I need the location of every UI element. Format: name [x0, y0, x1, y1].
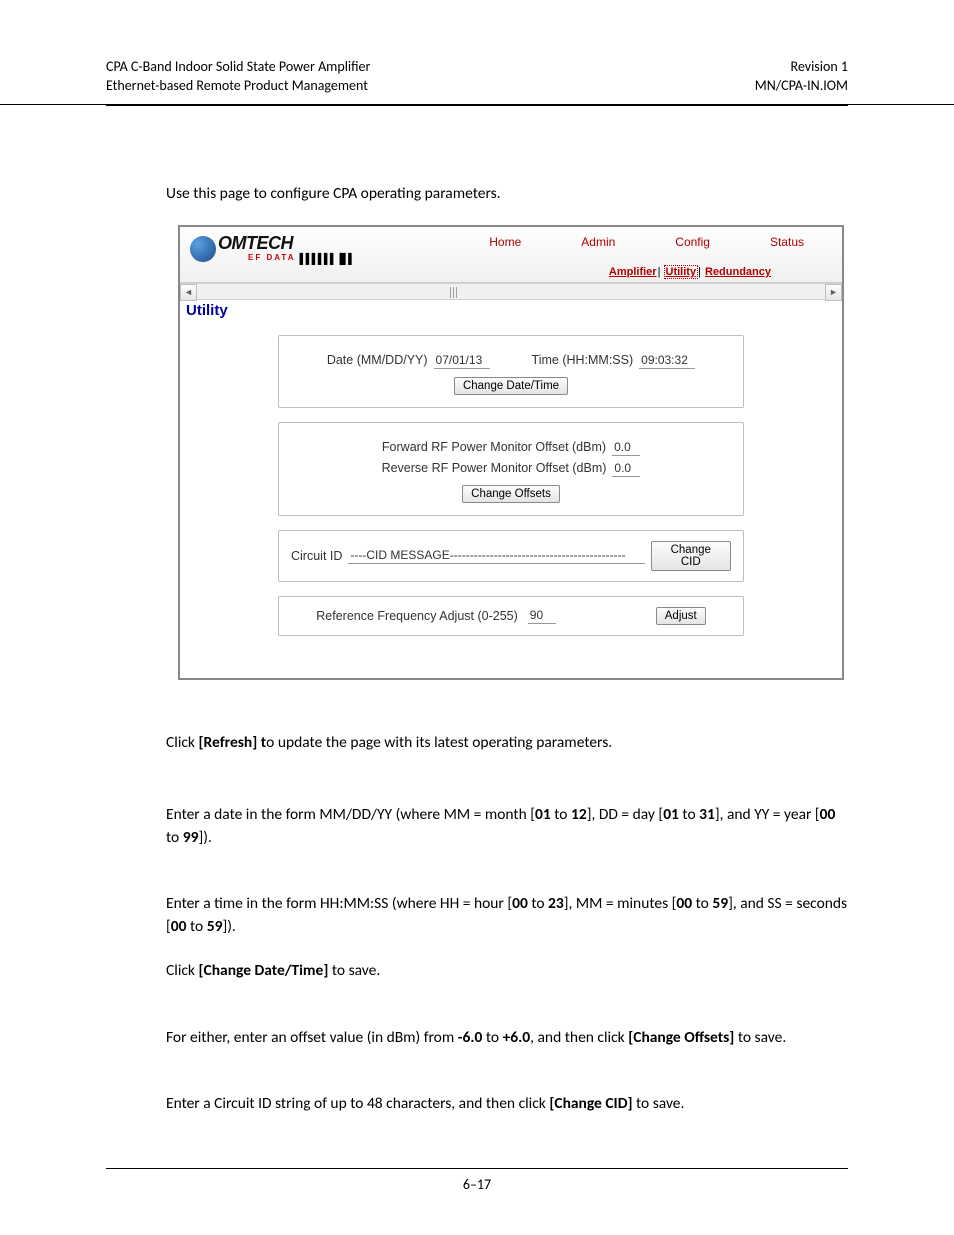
- date-input[interactable]: [434, 352, 490, 369]
- fwd-offset-label: Forward RF Power Monitor Offset (dBm): [382, 440, 606, 454]
- refresh-paragraph: Click [Refresh] to update the page with …: [166, 732, 848, 754]
- scroll-grip-icon[interactable]: [450, 287, 458, 298]
- ref-freq-label: Reference Frequency Adjust (0-255): [316, 609, 518, 623]
- change-offsets-button[interactable]: Change Offsets: [462, 485, 560, 503]
- rev-offset-label: Reverse RF Power Monitor Offset (dBm): [382, 461, 607, 475]
- ref-freq-group: Reference Frequency Adjust (0-255) Adjus…: [278, 596, 744, 636]
- ref-freq-input[interactable]: [528, 607, 556, 624]
- date-label: Date (MM/DD/YY): [327, 353, 428, 367]
- datetime-group: Date (MM/DD/YY) Time (HH:MM:SS) Change D…: [278, 335, 744, 408]
- adjust-button[interactable]: Adjust: [656, 607, 706, 625]
- page-title: Utility: [180, 300, 842, 325]
- change-datetime-paragraph: Click [Change Date/Time] to save.: [166, 960, 848, 982]
- sub-nav: Amplifier| Utility| Redundancy: [608, 266, 772, 278]
- screenshot-topbar: OMTECH EF DATA ▌▌▌▌▌▌▐▌▌ Home Admin Conf…: [180, 227, 842, 283]
- logo-ef: EF DATA: [248, 253, 295, 262]
- subnav-utility[interactable]: Utility: [665, 266, 698, 278]
- nav-status[interactable]: Status: [750, 233, 824, 251]
- nav-admin[interactable]: Admin: [561, 233, 635, 251]
- change-datetime-button[interactable]: Change Date/Time: [454, 377, 568, 395]
- time-input[interactable]: [639, 352, 695, 369]
- intro-text: Use this page to configure CPA operating…: [166, 184, 848, 203]
- header-divider: [106, 105, 848, 106]
- rev-offset-input[interactable]: [612, 460, 640, 477]
- doc-subtitle: Ethernet-based Remote Product Management: [106, 77, 370, 96]
- nav-home[interactable]: Home: [469, 233, 541, 251]
- logo: OMTECH EF DATA ▌▌▌▌▌▌▐▌▌: [190, 233, 354, 265]
- doc-code: MN/CPA-IN.IOM: [755, 77, 848, 96]
- web-screenshot: OMTECH EF DATA ▌▌▌▌▌▌▐▌▌ Home Admin Conf…: [178, 225, 844, 680]
- header-right: Revision 1 MN/CPA-IN.IOM: [755, 58, 848, 96]
- globe-icon: [190, 236, 216, 262]
- nav-config[interactable]: Config: [655, 233, 730, 251]
- logo-name: OMTECH: [218, 233, 354, 254]
- subnav-amplifier[interactable]: Amplifier: [609, 266, 657, 278]
- horiz-scrollbar[interactable]: ◄ ►: [180, 283, 842, 300]
- doc-title: CPA C-Band Indoor Solid State Power Ampl…: [106, 58, 370, 77]
- page-footer: 6–17: [106, 1168, 848, 1193]
- body-text: Click [Refresh] to update the page with …: [166, 732, 848, 1116]
- cid-input[interactable]: [348, 547, 644, 564]
- offsets-group: Forward RF Power Monitor Offset (dBm) Re…: [278, 422, 744, 516]
- revision: Revision 1: [755, 58, 848, 77]
- date-paragraph: Enter a date in the form MM/DD/YY (where…: [166, 804, 848, 849]
- page-number: 6–17: [463, 1176, 491, 1193]
- time-label: Time (HH:MM:SS): [532, 353, 634, 367]
- cid-group: Circuit ID Change CID: [278, 530, 744, 582]
- scroll-left-icon[interactable]: ◄: [180, 284, 197, 301]
- scroll-right-icon[interactable]: ►: [825, 284, 842, 301]
- header-left: CPA C-Band Indoor Solid State Power Ampl…: [106, 58, 370, 96]
- logo-bars-icon: ▌▌▌▌▌▌▐▌▌: [299, 254, 354, 265]
- fwd-offset-input[interactable]: [612, 439, 640, 456]
- time-paragraph: Enter a time in the form HH:MM:SS (where…: [166, 893, 848, 938]
- cid-label: Circuit ID: [291, 549, 342, 563]
- change-cid-button[interactable]: Change CID: [651, 541, 731, 571]
- main-nav: Home Admin Config Status: [469, 233, 824, 251]
- offsets-paragraph: For either, enter an offset value (in dB…: [166, 1027, 848, 1049]
- subnav-redundancy[interactable]: Redundancy: [705, 266, 771, 278]
- cid-paragraph: Enter a Circuit ID string of up to 48 ch…: [166, 1093, 848, 1115]
- page-header: CPA C-Band Indoor Solid State Power Ampl…: [0, 0, 954, 105]
